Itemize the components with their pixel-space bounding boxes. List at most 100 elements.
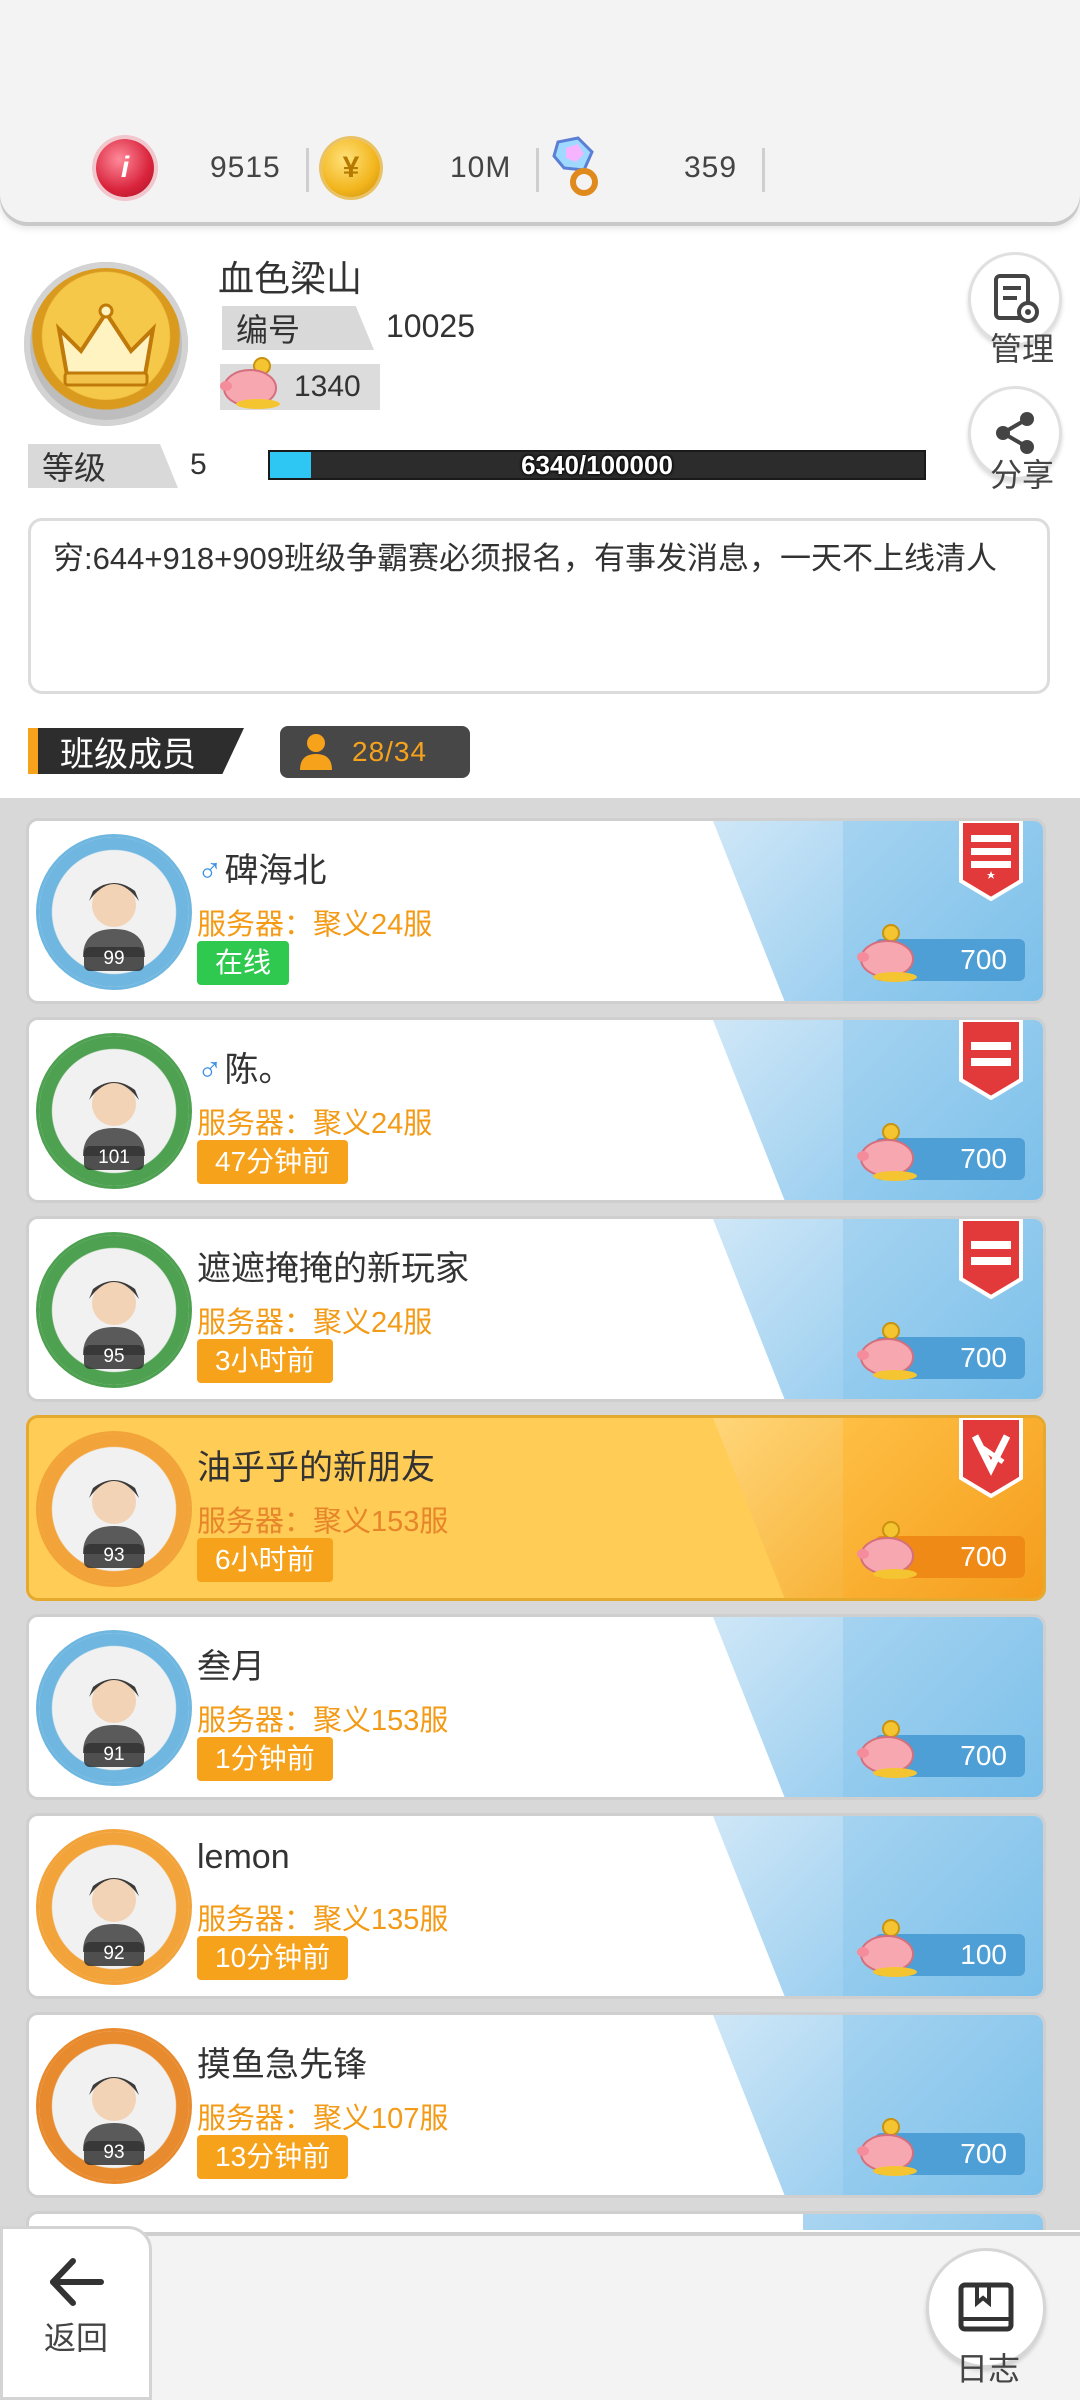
manage-label[interactable]: 管理	[990, 324, 1054, 370]
back-arrow-icon	[50, 2258, 104, 2306]
gold-coin-icon: ¥	[322, 139, 380, 197]
card-decoration	[713, 1617, 843, 1797]
class-funds-value: 1340	[294, 370, 361, 403]
member-status: 在线	[197, 941, 290, 985]
male-icon: ♂	[197, 852, 223, 890]
id-label: 编号	[222, 306, 374, 350]
character-portrait-icon	[83, 2077, 145, 2151]
piggy-bank-icon	[857, 1919, 917, 1977]
member-card[interactable]: 95 遮遮掩掩的新玩家 服务器：聚义24服 3小时前 700	[26, 1216, 1046, 1402]
member-server: 服务器：聚义153服	[197, 1705, 449, 1737]
piggy-bank-icon	[857, 1322, 917, 1380]
card-decoration	[713, 821, 843, 1001]
currency-gem[interactable]	[548, 136, 606, 200]
divider	[306, 148, 309, 192]
experience-bar: 6340/100000	[268, 450, 926, 480]
contribution-value: 700	[960, 1740, 1007, 1771]
member-name-text: 碑海北	[224, 852, 327, 890]
member-name-text: lemon	[197, 1838, 290, 1876]
member-avatar[interactable]: 93	[39, 2031, 189, 2181]
member-status: 10分钟前	[197, 1936, 349, 1980]
member-card[interactable]: 93 摸鱼急先锋服务器：聚义107服 13分钟前 700	[26, 2012, 1046, 2198]
character-portrait-icon	[83, 1082, 145, 1156]
currency-bar: i 9515 ¥ 10M 359	[0, 0, 1080, 222]
member-card[interactable]: 93 油乎乎的新朋友 服务器：聚义153服 6小时前 700	[26, 1415, 1046, 1601]
member-card[interactable]: 101 ♂陈。 服务器：聚义24服 47分钟前 700	[26, 1017, 1046, 1203]
piggy-bank-icon	[857, 1720, 917, 1778]
log-label[interactable]: 日志	[956, 2344, 1020, 2390]
contribution-value: 700	[960, 944, 1007, 975]
currency-gold[interactable]: ¥	[322, 136, 380, 200]
currency-ruby[interactable]: i	[96, 136, 154, 200]
member-server: 服务器：聚义24服	[197, 1108, 433, 1140]
member-name: 油乎乎的新朋友	[197, 1440, 435, 1489]
member-server: 服务器：聚义153服	[197, 1506, 449, 1538]
contribution-value: 700	[960, 1342, 1007, 1373]
member-avatar[interactable]: 93	[39, 1434, 189, 1584]
character-portrait-icon	[83, 883, 145, 957]
share-label[interactable]: 分享	[990, 450, 1054, 496]
piggy-bank-icon	[857, 924, 917, 982]
contribution-value: 700	[960, 2138, 1007, 2169]
member-list[interactable]: 99 ♂碑海北 服务器：聚义24服 在线 700 101 ♂陈。 服务器：聚义24服 47分钟前…	[0, 798, 1080, 2230]
divider	[536, 148, 539, 192]
member-card[interactable]: 91 叁月服务器：聚义153服 1分钟前 700	[26, 1614, 1046, 1800]
member-avatar[interactable]: 101	[39, 1036, 189, 1186]
crown-icon	[55, 303, 157, 387]
member-name-text: 摸鱼急先锋	[197, 2046, 367, 2084]
officer-badge-icon	[959, 1020, 1023, 1100]
member-name-text: 油乎乎的新朋友	[197, 1449, 435, 1487]
class-name: 血色梁山	[218, 258, 363, 299]
back-label: 返回	[43, 2320, 108, 2356]
member-name: ♂碑海北	[197, 843, 327, 892]
back-button[interactable]: 返回	[0, 2226, 152, 2400]
piggy-bank-icon	[220, 357, 280, 409]
member-name: 遮遮掩掩的新玩家	[197, 1241, 469, 1290]
member-level: 93	[84, 1544, 144, 1568]
character-portrait-icon	[83, 1679, 145, 1753]
member-avatar[interactable]: 95	[39, 1235, 189, 1385]
card-decoration	[713, 1816, 843, 1996]
member-name: 叁月	[197, 1639, 265, 1688]
member-card[interactable]: 99 ♂碑海北服务器：聚义24服 在线 700	[26, 818, 1046, 1004]
member-level: 101	[84, 1146, 144, 1170]
member-avatar[interactable]: 92	[39, 1832, 189, 1982]
card-decoration	[713, 2015, 843, 2195]
member-server: 服务器：聚义24服	[197, 909, 433, 941]
ruby-coin-value: 9515	[210, 151, 281, 184]
member-name: 摸鱼急先锋	[197, 2037, 367, 2086]
class-notice[interactable]: 穷:644+918+909班级争霸赛必须报名，有事发消息，一天不上线清人	[28, 518, 1050, 694]
class-level: 5	[190, 448, 207, 481]
class-emblem-crown	[24, 262, 188, 426]
card-decoration	[713, 1020, 843, 1200]
member-level: 92	[84, 1942, 144, 1966]
member-status: 6小时前	[197, 1538, 333, 1582]
male-icon: ♂	[197, 1051, 223, 1089]
member-status: 13分钟前	[197, 2135, 349, 2179]
contribution-value: 100	[960, 1939, 1007, 1970]
member-avatar[interactable]: 99	[39, 837, 189, 987]
gem-value: 359	[684, 151, 738, 184]
member-name-text: 陈。	[224, 1051, 293, 1089]
gem-rattle-icon	[548, 136, 606, 197]
member-server: 服务器：聚义24服	[197, 1307, 433, 1339]
level-label: 等级	[28, 444, 178, 488]
member-server: 服务器：聚义107服	[197, 2103, 449, 2135]
member-card[interactable]: 92 lemon 服务器：聚义135服 10分钟前 100	[26, 1813, 1046, 1999]
member-level: 93	[84, 2141, 144, 2165]
member-status: 1分钟前	[197, 1737, 333, 1781]
self-badge-icon	[959, 1418, 1023, 1498]
book-icon	[958, 2282, 1014, 2332]
member-card[interactable]	[26, 2211, 1046, 2230]
divider	[762, 148, 765, 192]
card-decoration	[803, 2214, 1043, 2230]
manage-document-icon	[994, 274, 1039, 323]
member-name: ♂陈。	[197, 1042, 293, 1091]
member-avatar[interactable]: 91	[39, 1633, 189, 1783]
members-header: 班级成员	[28, 728, 244, 774]
member-status: 47分钟前	[197, 1140, 349, 1184]
member-level: 99	[84, 947, 144, 971]
card-decoration	[713, 1219, 843, 1399]
bottom-bar	[0, 2232, 1080, 2400]
member-level: 95	[84, 1345, 144, 1369]
